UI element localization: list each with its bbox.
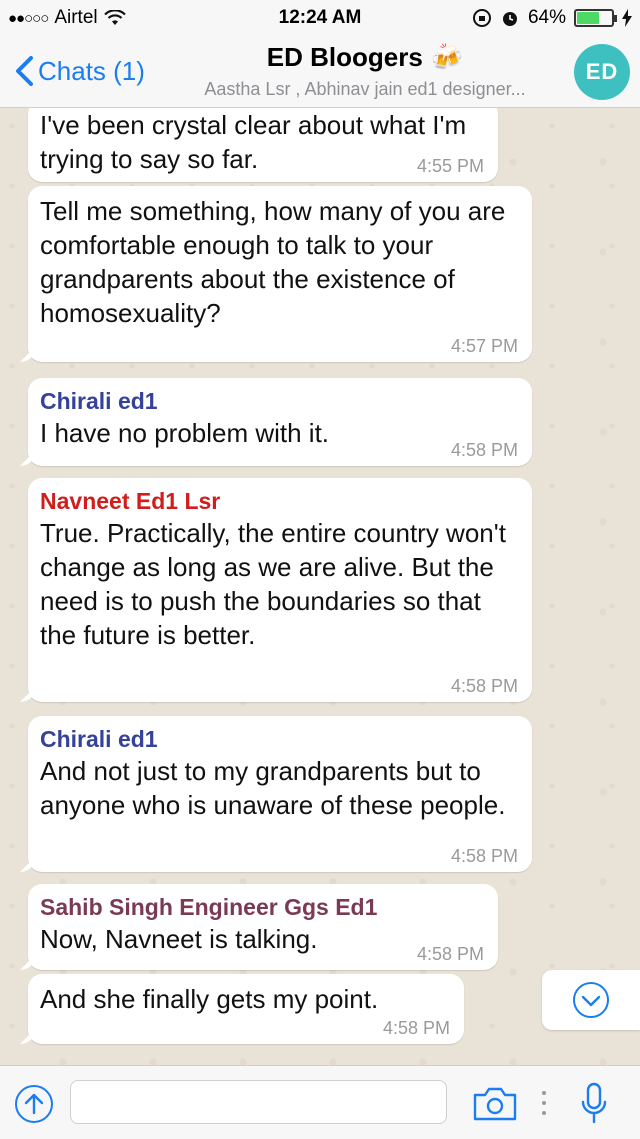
group-info[interactable]: ED Bloogers 🍻 Aastha Lsr , Abhinav jain … [165, 42, 565, 100]
message-bubble[interactable]: And she finally gets my point. 4:58 PM [28, 974, 464, 1044]
message-text: Tell me something, how many of you are c… [40, 196, 506, 328]
back-button[interactable]: Chats (1) [12, 54, 145, 88]
message-text: True. Practically, the entire country wo… [40, 518, 506, 650]
chevron-left-icon [16, 56, 33, 86]
sender-name[interactable]: Chirali ed1 [40, 386, 520, 416]
sender-name[interactable]: Sahib Singh Engineer Ggs Ed1 [40, 892, 486, 922]
compose-bar [0, 1065, 640, 1139]
scroll-to-bottom-button[interactable] [542, 970, 640, 1030]
message-bubble[interactable]: I've been crystal clear about what I'm t… [28, 108, 498, 182]
message-time: 4:58 PM [450, 440, 518, 460]
message-list[interactable]: I've been crystal clear about what I'm t… [0, 108, 640, 1065]
message-time: 4:55 PM [416, 156, 484, 176]
group-avatar[interactable]: ED [574, 44, 630, 100]
microphone-button[interactable] [580, 1082, 608, 1124]
message-bubble[interactable]: Chirali ed1 I have no problem with it. 4… [28, 378, 532, 466]
status-right: 64% [472, 7, 632, 29]
message-text: And not just to my grandparents but to a… [40, 756, 506, 820]
avatar-logo-text: ED [585, 59, 619, 84]
more-options-icon[interactable] [540, 1088, 548, 1118]
sender-name[interactable]: Navneet Ed1 Lsr [40, 486, 520, 516]
message-bubble[interactable]: Navneet Ed1 Lsr True. Practically, the e… [28, 478, 532, 702]
message-text: I have no problem with it. [40, 418, 330, 448]
chevron-down-circle-icon [573, 982, 609, 1018]
back-button-label: Chats (1) [38, 55, 145, 86]
message-time: 4:57 PM [450, 336, 518, 356]
status-bar: ●●○○○ Airtel 12:24 AM 64% [0, 0, 640, 36]
message-bubble[interactable]: Tell me something, how many of you are c… [28, 186, 532, 362]
group-members: Aastha Lsr , Abhinav jain ed1 designer..… [204, 79, 526, 99]
camera-button[interactable] [472, 1086, 518, 1122]
message-time: 4:58 PM [416, 944, 484, 964]
message-time: 4:58 PM [382, 1018, 450, 1038]
attach-button[interactable] [14, 1084, 54, 1124]
message-time: 4:58 PM [450, 846, 518, 866]
battery-percent: 64% [527, 7, 566, 28]
group-name: ED Bloogers [266, 42, 423, 72]
beer-mugs-emoji: 🍻 [430, 42, 464, 72]
alarm-icon [502, 12, 517, 26]
message-bubble[interactable]: Chirali ed1 And not just to my grandpare… [28, 716, 532, 872]
message-time: 4:58 PM [450, 676, 518, 696]
charging-icon [622, 9, 632, 27]
message-text: And she finally gets my point. [40, 984, 379, 1014]
message-input[interactable] [70, 1080, 447, 1124]
battery-fill [577, 12, 599, 24]
chat-header: Chats (1) ED Bloogers 🍻 Aastha Lsr , Abh… [0, 36, 640, 108]
message-bubble[interactable]: Sahib Singh Engineer Ggs Ed1 Now, Navnee… [28, 884, 498, 970]
sender-name[interactable]: Chirali ed1 [40, 724, 520, 754]
rotation-lock-icon [472, 9, 491, 27]
group-title: ED Bloogers 🍻 [267, 42, 463, 73]
battery-icon [574, 9, 617, 27]
